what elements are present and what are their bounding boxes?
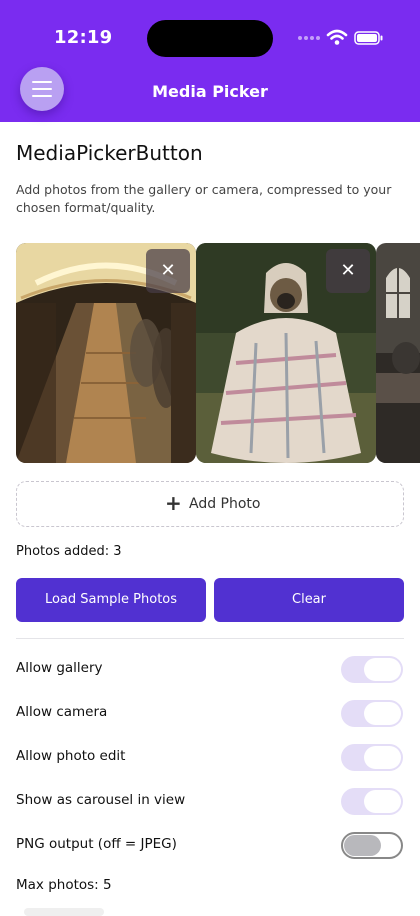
hamburger-menu-button[interactable] <box>20 67 64 111</box>
photos-added-count: Photos added: 3 <box>16 544 122 559</box>
remove-photo-button[interactable]: ✕ <box>146 249 190 293</box>
allow-gallery-toggle[interactable] <box>341 656 403 683</box>
status-time: 12:19 <box>54 27 113 48</box>
option-label-allow-gallery: Allow gallery <box>16 660 103 676</box>
option-label-allow-photo-edit: Allow photo edit <box>16 748 126 764</box>
plus-icon: + <box>165 491 182 515</box>
hamburger-icon <box>32 81 52 83</box>
option-label-allow-camera: Allow camera <box>16 704 108 720</box>
photo-carousel[interactable]: ✕ ✕ <box>16 243 420 463</box>
option-label-png-output: PNG output (off = JPEG) <box>16 836 177 852</box>
section-description: Add photos from the gallery or camera, c… <box>16 182 392 215</box>
clear-button[interactable]: Clear <box>214 578 404 622</box>
max-photos-stepper[interactable] <box>24 908 104 916</box>
room-photo <box>376 243 420 463</box>
section-title: MediaPickerButton <box>16 141 203 165</box>
divider <box>16 638 404 639</box>
add-photo-label: Add Photo <box>189 496 261 512</box>
add-photo-button[interactable]: + Add Photo <box>16 481 404 527</box>
battery-icon <box>354 31 383 45</box>
dynamic-island <box>147 20 273 57</box>
photo-thumbnail[interactable]: ✕ <box>196 243 376 463</box>
png-output-toggle[interactable] <box>341 832 403 859</box>
show-as-carousel-toggle[interactable] <box>341 788 403 815</box>
max-photos-label: Max photos: 5 <box>16 877 112 893</box>
photo-thumbnail[interactable] <box>376 243 420 463</box>
allow-photo-edit-toggle[interactable] <box>341 744 403 771</box>
allow-camera-toggle[interactable] <box>341 700 403 727</box>
wifi-icon <box>326 29 348 45</box>
photo-thumbnail[interactable]: ✕ <box>16 243 196 463</box>
load-sample-photos-button[interactable]: Load Sample Photos <box>16 578 206 622</box>
signal-icon <box>298 36 322 42</box>
option-label-show-as-carousel: Show as carousel in view <box>16 792 186 808</box>
remove-photo-button[interactable]: ✕ <box>326 249 370 293</box>
